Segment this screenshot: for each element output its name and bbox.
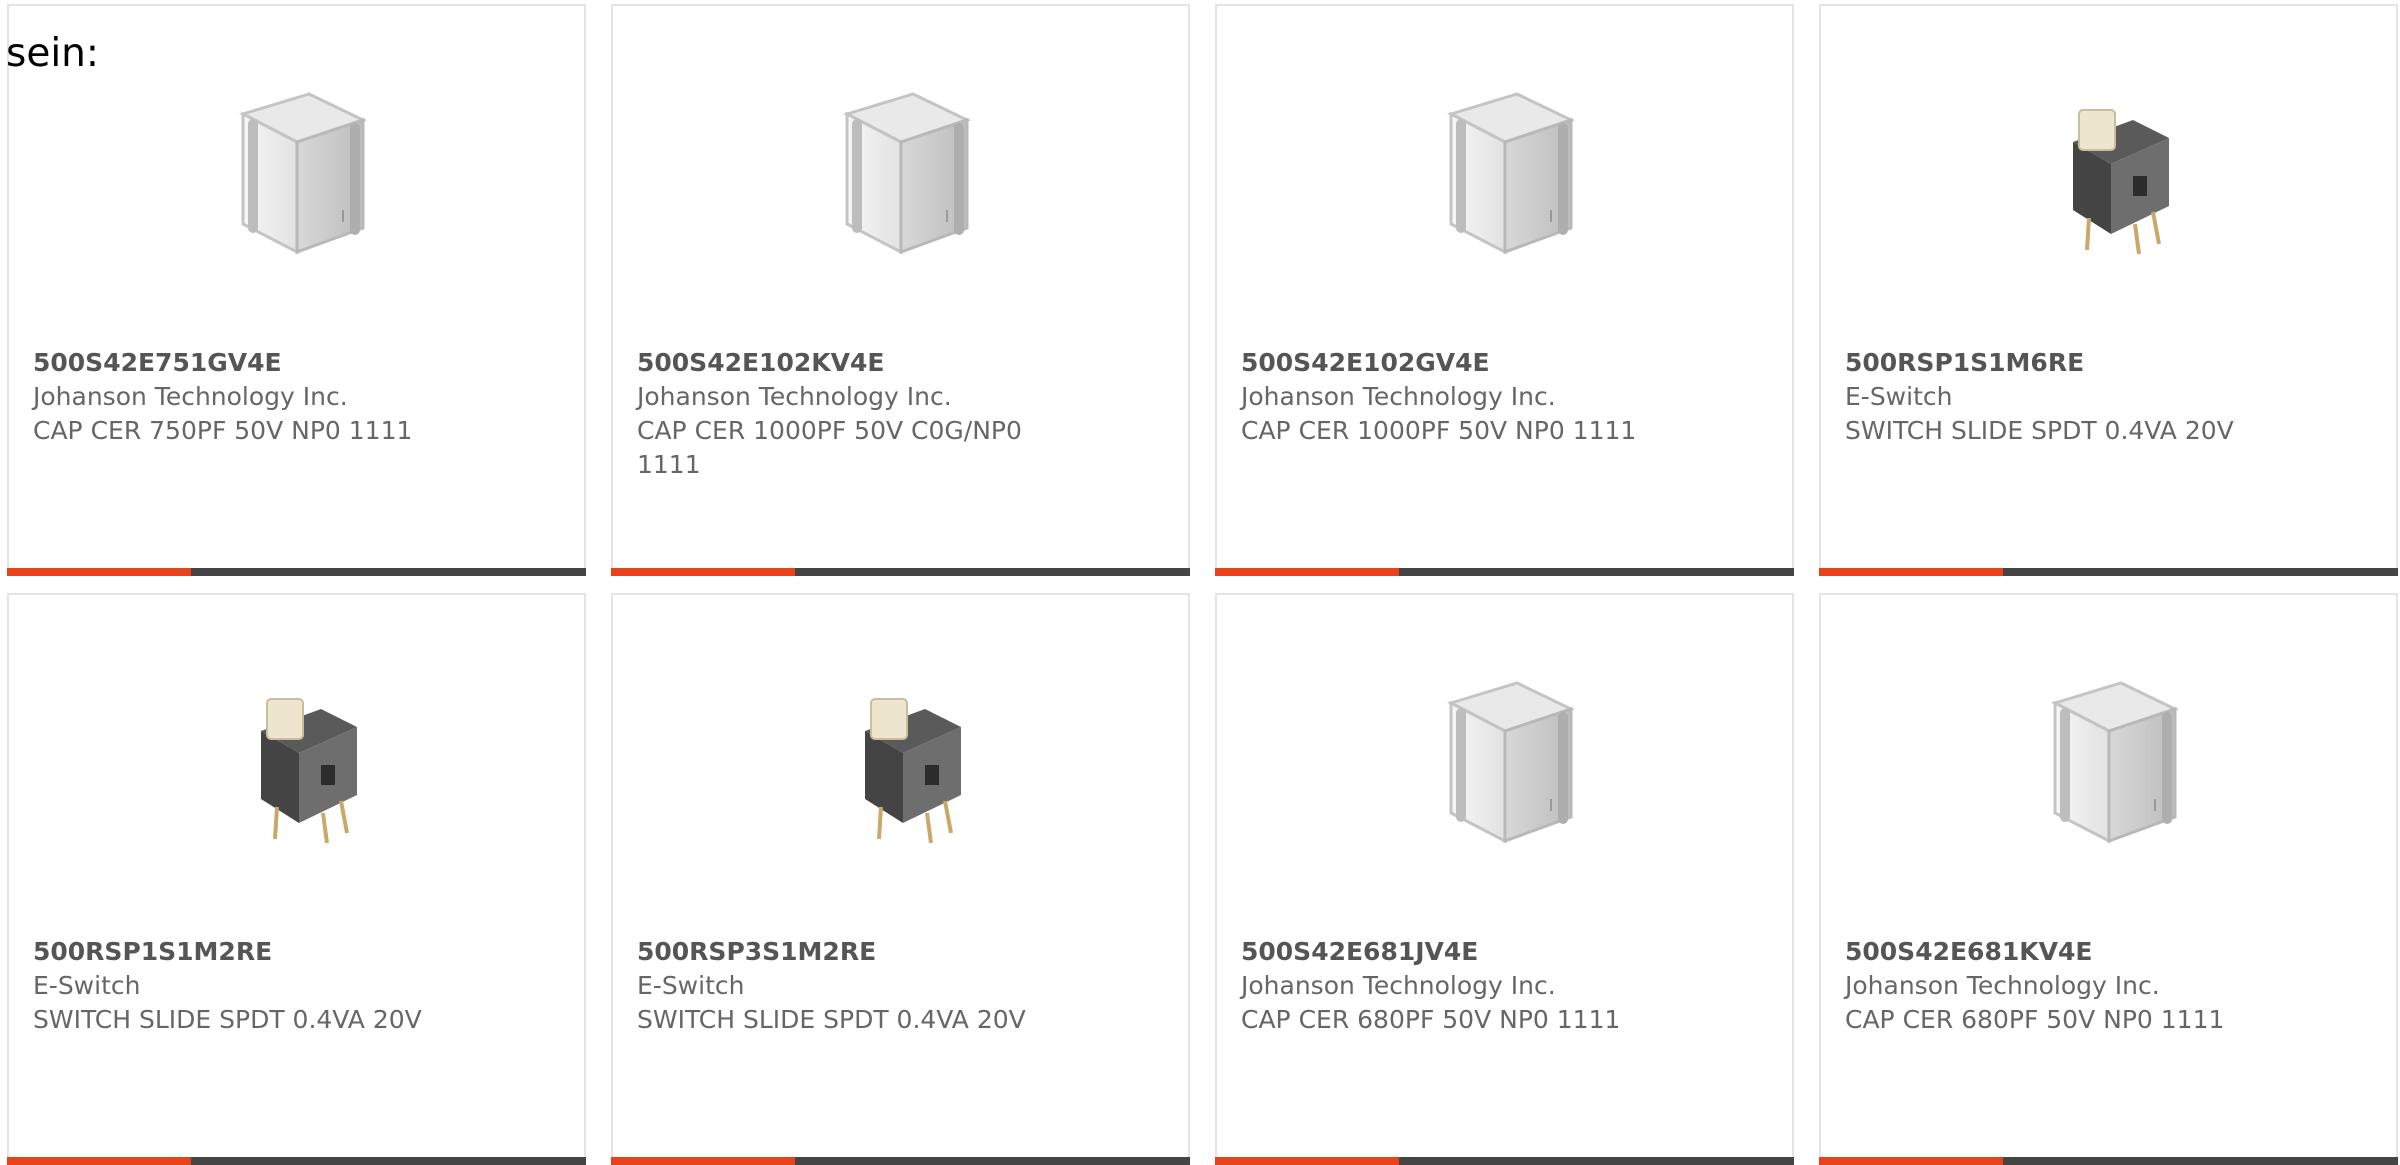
part-number[interactable]: 500RSP1S1M6RE: [1845, 346, 2256, 380]
description: CAP CER 1000PF 50V C0G/NP0 1111: [637, 416, 1022, 479]
product-card[interactable]: 500S42E102GV4E Johanson Technology Inc. …: [1215, 4, 1794, 576]
card-bar: [1819, 568, 2398, 576]
manufacturer: Johanson Technology Inc.: [1845, 971, 2160, 1000]
card-bar: [7, 1157, 586, 1165]
card-bar: [1215, 568, 1794, 576]
product-info: 500RSP1S1M2RE E-Switch SWITCH SLIDE SPDT…: [33, 935, 444, 1037]
card-bar-accent: [1215, 568, 1399, 576]
product-grid: 500S42E751GV4E Johanson Technology Inc. …: [7, 4, 2398, 1165]
card-bar-accent: [7, 1157, 191, 1165]
description: SWITCH SLIDE SPDT 0.4VA 20V: [33, 1005, 422, 1034]
product-info: 500S42E102KV4E Johanson Technology Inc. …: [637, 346, 1048, 482]
card-bar-accent: [611, 568, 795, 576]
card-bar-accent: [1819, 568, 2003, 576]
manufacturer: E-Switch: [637, 971, 745, 1000]
slide-switch-icon[interactable]: [2009, 72, 2209, 272]
part-number[interactable]: 500S42E681JV4E: [1241, 935, 1652, 969]
description: CAP CER 680PF 50V NP0 1111: [1845, 1005, 2225, 1034]
part-number[interactable]: 500S42E102KV4E: [637, 346, 1048, 380]
product-card[interactable]: 500S42E751GV4E Johanson Technology Inc. …: [7, 4, 586, 576]
slide-switch-icon[interactable]: [197, 661, 397, 861]
part-number[interactable]: 500S42E751GV4E: [33, 346, 444, 380]
description: SWITCH SLIDE SPDT 0.4VA 20V: [1845, 416, 2234, 445]
manufacturer: Johanson Technology Inc.: [1241, 382, 1556, 411]
card-bar: [7, 568, 586, 576]
product-card[interactable]: 500S42E102KV4E Johanson Technology Inc. …: [611, 4, 1190, 576]
part-number[interactable]: 500S42E102GV4E: [1241, 346, 1652, 380]
ceramic-capacitor-icon[interactable]: [1405, 661, 1605, 861]
product-card[interactable]: 500RSP3S1M2RE E-Switch SWITCH SLIDE SPDT…: [611, 593, 1190, 1165]
description: CAP CER 1000PF 50V NP0 1111: [1241, 416, 1637, 445]
part-number[interactable]: 500S42E681KV4E: [1845, 935, 2256, 969]
description: CAP CER 680PF 50V NP0 1111: [1241, 1005, 1621, 1034]
product-info: 500RSP1S1M6RE E-Switch SWITCH SLIDE SPDT…: [1845, 346, 2256, 448]
slide-switch-icon[interactable]: [801, 661, 1001, 861]
product-info: 500S42E681KV4E Johanson Technology Inc. …: [1845, 935, 2256, 1037]
product-card[interactable]: 500S42E681JV4E Johanson Technology Inc. …: [1215, 593, 1794, 1165]
part-number[interactable]: 500RSP1S1M2RE: [33, 935, 444, 969]
card-bar-accent: [1215, 1157, 1399, 1165]
card-bar: [611, 1157, 1190, 1165]
manufacturer: Johanson Technology Inc.: [33, 382, 348, 411]
product-card[interactable]: 500RSP1S1M6RE E-Switch SWITCH SLIDE SPDT…: [1819, 4, 2398, 576]
product-card[interactable]: 500RSP1S1M2RE E-Switch SWITCH SLIDE SPDT…: [7, 593, 586, 1165]
ceramic-capacitor-icon[interactable]: [2009, 661, 2209, 861]
ceramic-capacitor-icon[interactable]: [1405, 72, 1605, 272]
product-info: 500S42E681JV4E Johanson Technology Inc. …: [1241, 935, 1652, 1037]
manufacturer: Johanson Technology Inc.: [1241, 971, 1556, 1000]
card-bar-accent: [7, 568, 191, 576]
card-bar: [1215, 1157, 1794, 1165]
description: CAP CER 750PF 50V NP0 1111: [33, 416, 413, 445]
card-bar: [611, 568, 1190, 576]
product-info: 500S42E102GV4E Johanson Technology Inc. …: [1241, 346, 1652, 448]
card-bar: [1819, 1157, 2398, 1165]
part-number[interactable]: 500RSP3S1M2RE: [637, 935, 1048, 969]
ceramic-capacitor-icon[interactable]: [197, 72, 397, 272]
manufacturer: E-Switch: [33, 971, 141, 1000]
ceramic-capacitor-icon[interactable]: [801, 72, 1001, 272]
product-card[interactable]: 500S42E681KV4E Johanson Technology Inc. …: [1819, 593, 2398, 1165]
description: SWITCH SLIDE SPDT 0.4VA 20V: [637, 1005, 1026, 1034]
manufacturer: E-Switch: [1845, 382, 1953, 411]
manufacturer: Johanson Technology Inc.: [637, 382, 952, 411]
lead-text: sein:: [6, 31, 100, 76]
card-bar-accent: [611, 1157, 795, 1165]
product-info: 500S42E751GV4E Johanson Technology Inc. …: [33, 346, 444, 448]
card-bar-accent: [1819, 1157, 2003, 1165]
product-info: 500RSP3S1M2RE E-Switch SWITCH SLIDE SPDT…: [637, 935, 1048, 1037]
